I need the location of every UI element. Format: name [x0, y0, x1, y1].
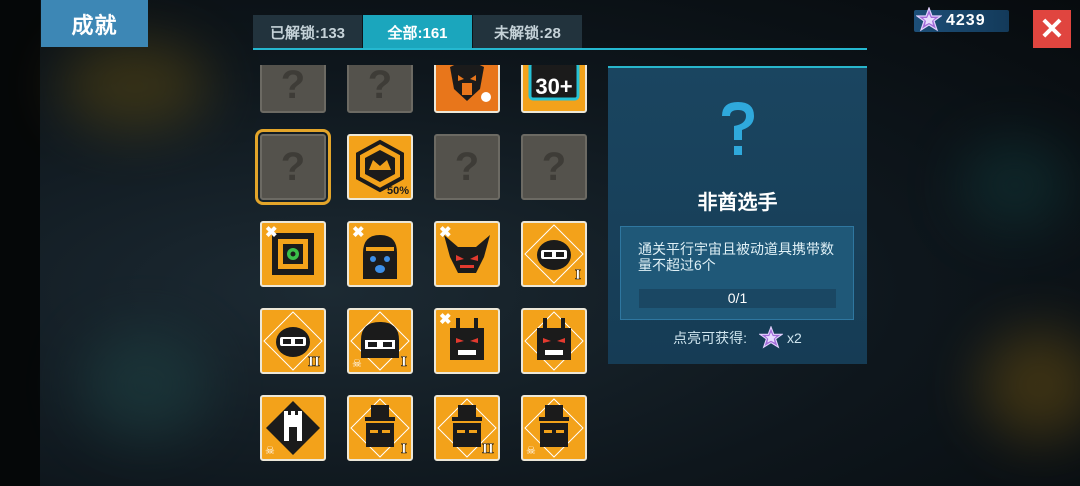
filter-tabs: 已解锁:133 全部:161 未解锁:28	[253, 15, 583, 49]
close-button[interactable]: ✕	[1033, 10, 1071, 48]
skull-icon: ☠	[352, 358, 362, 370]
progress-counter: 0/1	[639, 289, 836, 308]
skull-icon: ☠	[265, 445, 275, 457]
description-box: 通关平行宇宙且被动道具携带数量不超过6个 0/1	[620, 226, 854, 320]
bg-glow	[60, 40, 210, 130]
achievement-description: 通关平行宇宙且被动道具携带数量不超过6个	[638, 241, 834, 273]
tier-label: II	[307, 355, 321, 371]
achievement-badge[interactable]	[434, 65, 500, 113]
star-gem-icon	[759, 326, 784, 349]
tab-underline	[253, 48, 867, 50]
achievement-badge[interactable]: ✖	[260, 221, 326, 287]
skull-icon: ☠	[526, 445, 536, 457]
achievement-detail-panel: 非酋选手 通关平行宇宙且被动道具携带数量不超过6个 0/1 点亮可获得: x2	[608, 66, 867, 364]
question-mark-icon: ?	[454, 144, 480, 189]
tab-unlocked[interactable]: 已解锁:133	[253, 15, 362, 49]
reward-amount: x2	[787, 330, 802, 346]
achievement-badge[interactable]: ?	[260, 65, 326, 113]
achievement-badge[interactable]: ✖	[434, 308, 500, 374]
bg-glow	[960, 140, 1070, 230]
achievement-badge[interactable]: ☠	[521, 395, 587, 461]
x-mark-icon: ✖	[265, 224, 278, 241]
bg-glow	[980, 330, 1080, 440]
tier-label: I	[400, 355, 408, 371]
achievement-badge[interactable]: I	[347, 395, 413, 461]
bg-glow	[80, 330, 210, 440]
achievement-badge[interactable]: ?	[521, 134, 587, 200]
achievement-badge-selected[interactable]: ?	[255, 129, 331, 205]
achievement-badge[interactable]: ☠	[260, 395, 326, 461]
question-mark-icon: ?	[367, 65, 393, 107]
achievement-badge[interactable]: ✖	[434, 221, 500, 287]
demon-mask-icon	[450, 65, 491, 102]
progress-percent: 50%	[386, 185, 409, 197]
question-mark-icon: ?	[280, 144, 306, 189]
achievement-badge[interactable]: ✖	[347, 221, 413, 287]
achievement-name: 非酋选手	[697, 192, 778, 214]
achievement-badge[interactable]	[521, 308, 587, 374]
achievement-badge[interactable]: ☠ I	[347, 308, 413, 374]
question-mark-icon: ?	[280, 65, 306, 107]
achievement-badge[interactable]: II	[260, 308, 326, 374]
close-icon: ✕	[1039, 12, 1065, 46]
achievement-badge[interactable]: ?	[434, 134, 500, 200]
achievement-badge[interactable]: ?	[347, 65, 413, 113]
x-mark-icon: ✖	[439, 311, 452, 328]
achievement-badge[interactable]: 50%	[347, 134, 413, 200]
tier-label: I	[400, 442, 408, 458]
tier-label: I	[574, 268, 582, 284]
question-mark-icon	[608, 98, 867, 167]
tab-locked[interactable]: 未解锁:28	[473, 15, 582, 49]
horned-robot-icon	[524, 311, 584, 371]
badge-label: 30+	[535, 74, 573, 99]
star-gem-icon	[916, 7, 942, 32]
tier-label: II	[481, 442, 495, 458]
x-mark-icon: ✖	[439, 224, 452, 241]
achievement-badge[interactable]: I	[521, 221, 587, 287]
achievement-grid: ? ? 30+ ? 50% ? ? ✖ ✖ ✖ I II ☠ I ✖ ☠ I I…	[253, 65, 601, 486]
achievement-badge[interactable]: II	[434, 395, 500, 461]
reward-row: 点亮可获得: x2	[608, 326, 867, 350]
achievement-badge[interactable]: 30+	[521, 65, 587, 113]
reward-label: 点亮可获得:	[673, 330, 748, 346]
page-title: 成就	[41, 0, 148, 47]
left-edge	[0, 0, 40, 486]
x-mark-icon: ✖	[352, 224, 365, 241]
currency-display: 4239	[914, 7, 1009, 32]
currency-value: 4239	[946, 12, 986, 29]
question-mark-icon: ?	[541, 144, 567, 189]
tab-all[interactable]: 全部:161	[363, 15, 472, 49]
